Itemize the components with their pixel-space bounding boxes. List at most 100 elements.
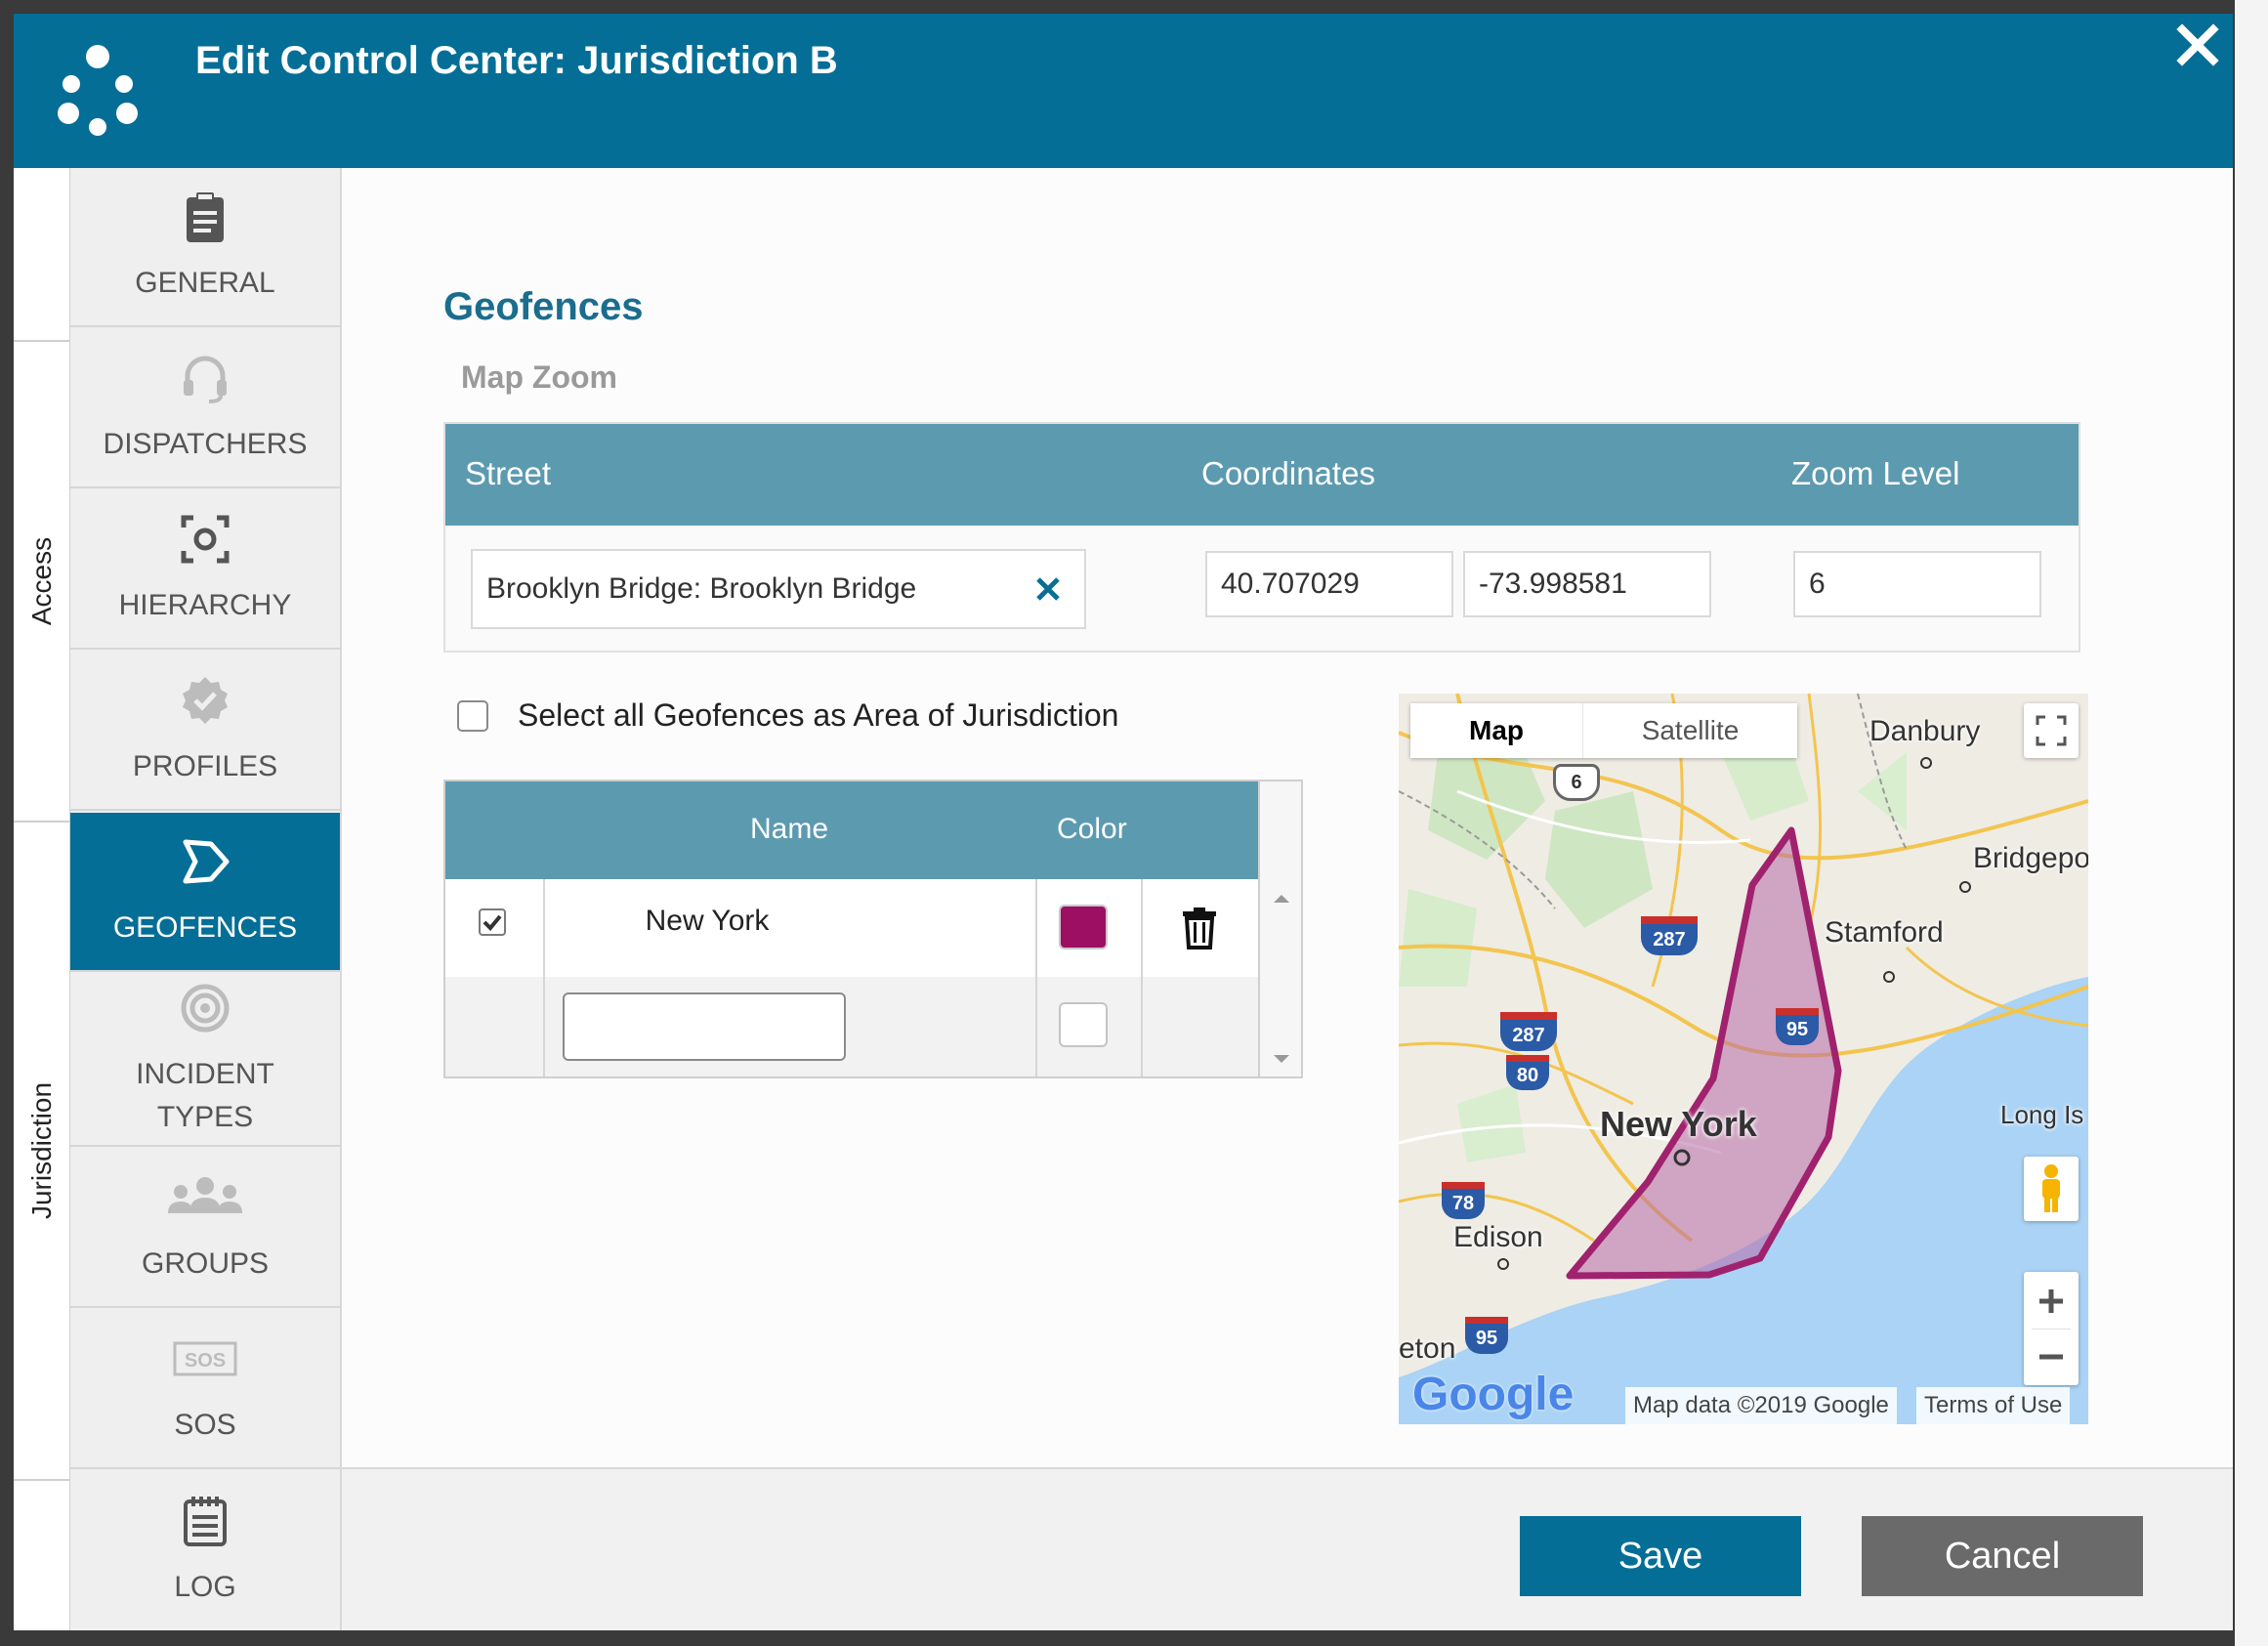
highway-shield: 6 [1553,764,1600,801]
target-icon [181,984,230,1032]
select-all-row: Select all Geofences as Area of Jurisdic… [457,697,1118,734]
map-tiles [1399,694,2088,1377]
column-header-coordinates: Coordinates [1201,455,1375,491]
place-label: Bridgeport [1973,842,2088,874]
sidebar-item-sos[interactable]: SOS SOS [70,1310,340,1469]
background-window-edge [2235,0,2268,1646]
sidebar-item-label: GEOFENCES [112,910,298,944]
geofence-name: New York [645,905,770,937]
place-label: Stamford [1825,916,1944,949]
terms-of-use-link[interactable]: Terms of Use [1916,1387,2071,1424]
longitude-value: -73.998581 [1479,568,1627,600]
sidebar-item-log[interactable]: LOG [70,1471,340,1630]
street-view-pegman-button[interactable] [2024,1157,2079,1221]
column-header-street: Street [465,455,552,491]
close-icon[interactable] [2170,18,2225,72]
highway-shield: 95 [1776,1008,1819,1045]
column-divider [543,879,545,1076]
save-button[interactable]: Save [1520,1516,1801,1596]
sidebar-item-general[interactable]: GENERAL [70,168,340,327]
column-header-zoom-level: Zoom Level [1791,455,1960,491]
row-checkbox[interactable] [479,908,506,936]
table-scrollbar[interactable] [1258,879,1301,1076]
sidebar-item-label: LOG [174,1570,236,1603]
map-zoom-header: Street Coordinates Zoom Level [445,424,2079,526]
highway-shield: 78 [1442,1182,1485,1219]
vtab-access-label: Access [26,536,57,626]
sidebar-item-geofences[interactable]: GEOFENCES [70,813,340,972]
vtab-divider [14,1479,70,1481]
sidebar-item-label: PROFILES [132,749,278,782]
edit-control-center-dialog: Edit Control Center: Jurisdiction B Acce… [14,14,2233,1630]
log-icon [184,1496,227,1546]
map-type-control: Map Satellite [1410,703,1797,758]
badge-icon [183,676,228,724]
column-divider [1035,879,1037,1076]
color-swatch[interactable] [1059,905,1108,950]
dialog-footer: Save Cancel [342,1467,2233,1630]
map-attribution: Map data ©2019 Google [1625,1387,1897,1424]
pegman-icon [2042,1164,2060,1212]
zoom-in-icon[interactable] [2024,1274,2079,1329]
highway-shield: 287 [1641,916,1698,955]
street-search-value: Brooklyn Bridge: Brooklyn Bridge [486,572,917,605]
sidebar-item-groups[interactable]: GROUPS [70,1149,340,1308]
geofence-icon [183,839,230,883]
dialog-header: Edit Control Center: Jurisdiction B [14,14,2233,168]
select-all-checkbox[interactable] [457,699,488,732]
sidebar-item-hierarchy[interactable]: HIERARCHY [70,490,340,650]
vertical-tab-strip: Access Jurisdiction [14,168,70,1630]
scroll-down-icon[interactable] [1272,1053,1291,1065]
new-geofence-name-input[interactable] [563,992,846,1061]
vtab-access[interactable]: Access [14,342,70,821]
latitude-value: 40.707029 [1221,568,1360,600]
sidebar-item-label: DISPATCHERS [103,427,308,460]
sidebar-item-label: GROUPS [141,1246,270,1280]
latitude-input[interactable]: 40.707029 [1205,551,1453,617]
table-row-new [445,977,1258,1076]
zoom-control [2024,1272,2079,1385]
sidebar-item-dispatchers[interactable]: DISPATCHERS [70,329,340,488]
map-zoom-table: Street Coordinates Zoom Level Brooklyn B… [443,422,2080,653]
dialog-title: Edit Control Center: Jurisdiction B [195,39,838,82]
map-type-satellite-button[interactable]: Satellite [1582,703,1797,758]
column-divider [1141,879,1143,1076]
place-label: eton [1399,1332,1456,1365]
scroll-up-icon[interactable] [1272,893,1291,905]
sidebar-item-label: HIERARCHY [118,588,292,621]
section-title: Geofences [443,285,644,328]
clear-street-icon[interactable] [1031,572,1065,606]
app-logo-icon [58,45,138,136]
table-row: New York [445,879,1258,977]
hierarchy-icon [181,515,230,563]
zoom-level-value: 6 [1809,568,1826,600]
groups-icon [168,1176,242,1213]
fullscreen-button[interactable] [2024,703,2079,758]
sidebar-item-incident-types[interactable]: INCIDENT TYPES [70,974,340,1147]
city-label: New York [1600,1104,1757,1144]
place-label: Danbury [1869,715,1981,747]
sidebar-item-profiles[interactable]: PROFILES [70,652,340,811]
sidebar-item-label: GENERAL [135,266,275,299]
sidebar-item-label: INCIDENT TYPES [136,1057,274,1133]
place-label: Edison [1453,1221,1543,1253]
geofence-map[interactable]: Map Satellite Danbury Bridgepo Stamford … [1399,694,2088,1424]
map-zoom-heading: Map Zoom [461,359,617,395]
highway-shield: 80 [1506,1055,1549,1090]
sidenav: GENERAL DISPATCHERS HIERARCHY PROFILES G… [70,168,342,1630]
header-scroll-gap [1258,781,1301,879]
zoom-out-icon[interactable] [2024,1329,2079,1384]
street-search-input[interactable]: Brooklyn Bridge: Brooklyn Bridge [471,549,1086,629]
trash-icon[interactable] [1180,907,1219,950]
fullscreen-icon [2036,715,2067,746]
vtab-jurisdiction[interactable]: Jurisdiction [14,823,70,1479]
checkmark-icon [483,914,502,931]
zoom-level-input[interactable]: 6 [1793,551,2041,617]
cancel-button[interactable]: Cancel [1862,1516,2143,1596]
geofences-panel: Geofences Map Zoom Street Coordinates Zo… [342,168,2233,1467]
map-type-map-button[interactable]: Map [1410,703,1582,758]
sos-icon: SOS [173,1341,237,1375]
new-color-swatch[interactable] [1059,1002,1108,1047]
geofence-table: Name Color New York [443,780,1303,1078]
longitude-input[interactable]: -73.998581 [1463,551,1711,617]
